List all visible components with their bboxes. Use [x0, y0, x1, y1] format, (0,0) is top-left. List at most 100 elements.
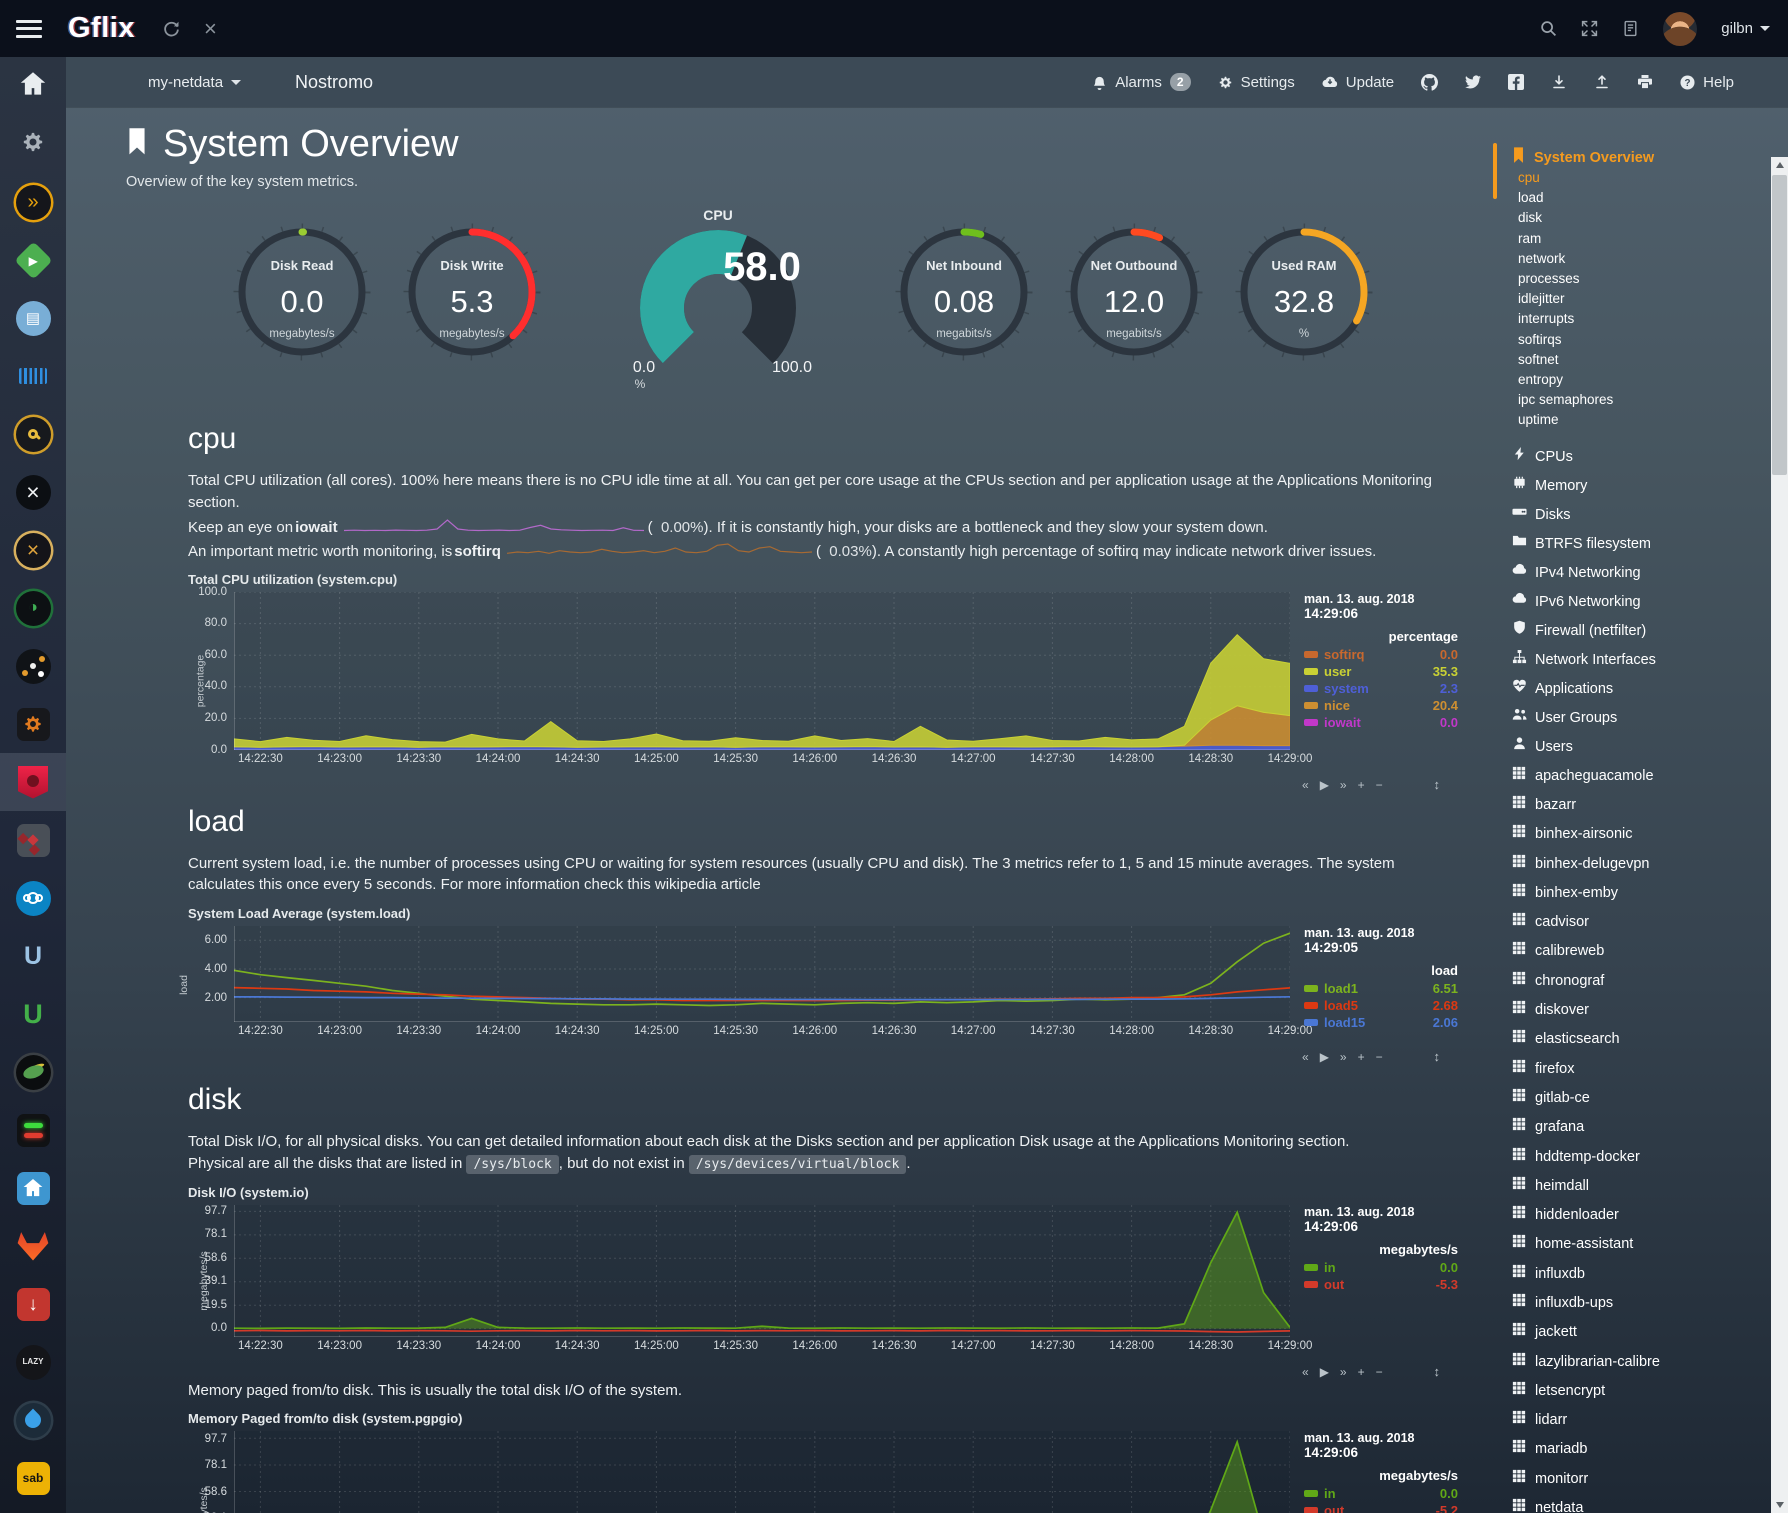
rail-item-unraid[interactable]: U — [0, 985, 66, 1043]
fullscreen-icon[interactable] — [1581, 20, 1598, 37]
rail-item-airsonic[interactable] — [0, 347, 66, 405]
rail-item-diskover[interactable] — [0, 637, 66, 695]
sidebar-item-softnet[interactable]: softnet — [1512, 350, 1771, 370]
rail-item-jackett[interactable] — [0, 405, 66, 463]
legend-row-load5[interactable]: load5 2.68 — [1304, 997, 1458, 1014]
rail-item-tautulli[interactable] — [0, 1043, 66, 1101]
sidebar-app-binhex-emby[interactable]: binhex-emby — [1512, 879, 1771, 908]
legend-row-iowait[interactable]: iowait 0.0 — [1304, 714, 1458, 731]
plot-area-pgpgio[interactable] — [234, 1431, 1290, 1513]
pan-backward-button[interactable]: « — [1302, 778, 1309, 792]
pan-backward-button[interactable]: « — [1302, 1365, 1309, 1379]
play-button[interactable]: ▶ — [1320, 1365, 1329, 1379]
zoom-out-button[interactable]: − — [1376, 1050, 1383, 1064]
user-menu[interactable]: gilbn — [1721, 20, 1770, 37]
refresh-icon[interactable] — [163, 20, 180, 37]
rail-item-netdata[interactable] — [0, 753, 66, 811]
sidebar-item-cpu[interactable]: cpu — [1512, 168, 1771, 188]
rail-item-monitorr[interactable] — [0, 1101, 66, 1159]
rail-item-unifi[interactable]: U — [0, 927, 66, 985]
sidebar-app-cadvisor[interactable]: cadvisor — [1512, 908, 1771, 937]
sidebar-app-hiddenloader[interactable]: hiddenloader — [1512, 1201, 1771, 1230]
scroll-up-button[interactable] — [1771, 157, 1788, 173]
rail-item-plex[interactable]: » — [0, 173, 66, 231]
sidebar-item-processes[interactable]: processes — [1512, 269, 1771, 289]
zoom-in-button[interactable]: + — [1358, 1365, 1365, 1379]
print-icon[interactable] — [1637, 74, 1653, 90]
avatar[interactable] — [1663, 12, 1697, 46]
sidebar-section-ipv4-networking[interactable]: IPv4 Networking — [1512, 559, 1771, 588]
pan-forward-button[interactable]: » — [1340, 1365, 1347, 1379]
sidebar-item-uptime[interactable]: uptime — [1512, 410, 1771, 430]
sidebar-app-firefox[interactable]: firefox — [1512, 1055, 1771, 1084]
pan-backward-button[interactable]: « — [1302, 1050, 1309, 1064]
gauge-net-inbound[interactable]: Net Inbound 0.08 megabits/s — [888, 204, 1040, 393]
pan-forward-button[interactable]: » — [1340, 1050, 1347, 1064]
sidebar-section-ipv6-networking[interactable]: IPv6 Networking — [1512, 588, 1771, 617]
zoom-out-button[interactable]: − — [1376, 1365, 1383, 1379]
sidebar-app-lazylibrarian-calibre[interactable]: lazylibrarian-calibre — [1512, 1348, 1771, 1377]
rail-item-glances[interactable]: ◑ — [0, 579, 66, 637]
rail-item-sabnzbd[interactable]: sab — [0, 1449, 66, 1507]
rail-item-settings[interactable] — [0, 115, 66, 173]
sidebar-app-diskover[interactable]: diskover — [1512, 996, 1771, 1025]
sidebar-app-jackett[interactable]: jackett — [1512, 1318, 1771, 1347]
close-icon[interactable]: × — [204, 18, 217, 40]
chart-resize-handle[interactable]: ↕ — [1434, 1364, 1441, 1379]
sidebar-section-applications[interactable]: Applications — [1512, 675, 1771, 704]
legend-row-system[interactable]: system 2.3 — [1304, 680, 1458, 697]
sidebar-section-user-groups[interactable]: User Groups — [1512, 704, 1771, 733]
update-button[interactable]: Update — [1322, 74, 1394, 91]
sidebar-item-entropy[interactable]: entropy — [1512, 370, 1771, 390]
server-dropdown[interactable]: my-netdata — [148, 74, 241, 91]
sidebar-app-mariadb[interactable]: mariadb — [1512, 1435, 1771, 1464]
play-button[interactable]: ▶ — [1320, 1050, 1329, 1064]
legend-row-load1[interactable]: load1 6.51 — [1304, 980, 1458, 997]
plot-area-io[interactable] — [234, 1205, 1290, 1337]
legend-row-softirq[interactable]: softirq 0.0 — [1304, 646, 1458, 663]
rail-item-gitlab[interactable] — [0, 1217, 66, 1275]
play-button[interactable]: ▶ — [1320, 778, 1329, 792]
legend-row-out[interactable]: out -5.2 — [1304, 1502, 1458, 1513]
legend-row-in[interactable]: in 0.0 — [1304, 1485, 1458, 1502]
sidebar-app-home-assistant[interactable]: home-assistant — [1512, 1230, 1771, 1259]
sidebar-app-grafana[interactable]: grafana — [1512, 1113, 1771, 1142]
sidebar-app-calibreweb[interactable]: calibreweb — [1512, 937, 1771, 966]
legend-row-nice[interactable]: nice 20.4 — [1304, 697, 1458, 714]
scrollbar-thumb[interactable] — [1772, 175, 1787, 475]
scroll-down-button[interactable] — [1771, 1497, 1788, 1513]
sidebar-section-memory[interactable]: Memory — [1512, 472, 1771, 501]
rail-item-deluge[interactable] — [0, 1391, 66, 1449]
zoom-out-button[interactable]: − — [1376, 778, 1383, 792]
sidebar-section-btrfs-filesystem[interactable]: BTRFS filesystem — [1512, 530, 1771, 559]
rail-item-resilio-sync[interactable] — [0, 811, 66, 869]
rail-item-youtube-dl[interactable]: ↓ — [0, 1275, 66, 1333]
sidebar-item-disk[interactable]: disk — [1512, 208, 1771, 228]
gauge-disk-write[interactable]: Disk Write 5.3 megabytes/s — [396, 204, 548, 393]
legend-row-in[interactable]: in 0.0 — [1304, 1259, 1458, 1276]
import-icon[interactable] — [1551, 74, 1567, 90]
sidebar-item-idlejitter[interactable]: idlejitter — [1512, 289, 1771, 309]
twitter-icon[interactable] — [1465, 74, 1481, 90]
sidebar-section-network-interfaces[interactable]: Network Interfaces — [1512, 646, 1771, 675]
sidebar-app-heimdall[interactable]: heimdall — [1512, 1172, 1771, 1201]
facebook-icon[interactable] — [1508, 74, 1524, 90]
sidebar-section-disks[interactable]: Disks — [1512, 501, 1771, 530]
zoom-in-button[interactable]: + — [1358, 778, 1365, 792]
sidebar-item-load[interactable]: load — [1512, 188, 1771, 208]
sidebar-item-softirqs[interactable]: softirqs — [1512, 330, 1771, 350]
plot-area-load[interactable] — [234, 926, 1290, 1022]
app-logo[interactable]: Gflix — [68, 12, 135, 45]
scrollbar[interactable] — [1771, 157, 1788, 1513]
gauge-used-ram[interactable]: Used RAM 32.8 % — [1228, 204, 1380, 393]
sidebar-item-ram[interactable]: ram — [1512, 229, 1771, 249]
chart-resize-handle[interactable]: ↕ — [1434, 777, 1441, 792]
sidebar-section-users[interactable]: Users — [1512, 733, 1771, 762]
settings-button[interactable]: Settings — [1218, 74, 1295, 91]
changelog-icon[interactable] — [1622, 20, 1639, 37]
help-button[interactable]: ? Help — [1680, 74, 1734, 91]
menu-icon[interactable] — [16, 20, 42, 38]
rail-item-lazylibrarian[interactable]: LAZY — [0, 1333, 66, 1391]
sidebar-app-letsencrypt[interactable]: letsencrypt — [1512, 1377, 1771, 1406]
plot-area-cpu[interactable] — [234, 592, 1290, 750]
